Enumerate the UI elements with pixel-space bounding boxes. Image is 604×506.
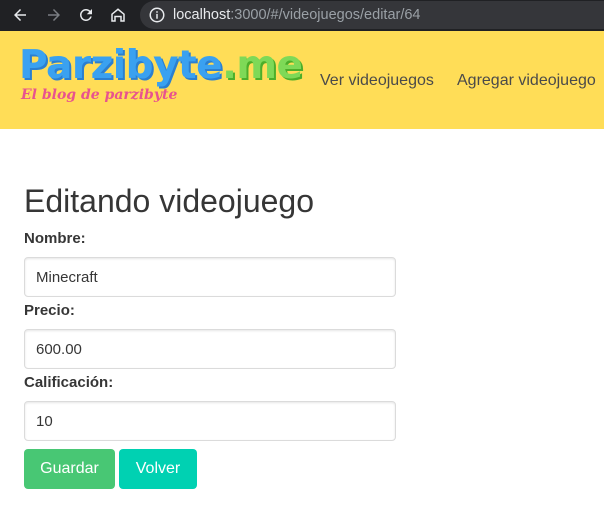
browser-toolbar: localhost:3000/#/videojuegos/editar/64 <box>0 0 604 31</box>
site-logo[interactable]: Parzibyte.me El blog de parzibyte <box>19 43 303 103</box>
logo-suffix-text: .me <box>222 43 303 88</box>
back-arrow-icon[interactable] <box>8 3 32 27</box>
url-host: localhost <box>173 7 231 23</box>
logo-tagline: El blog de parzibyte <box>21 87 178 103</box>
info-icon[interactable] <box>148 6 166 24</box>
home-icon[interactable] <box>106 3 130 27</box>
site-header: Parzibyte.me El blog de parzibyte Ver vi… <box>0 31 604 129</box>
precio-input[interactable] <box>24 329 396 369</box>
calificacion-label: Calificación: <box>24 374 114 391</box>
calificacion-input[interactable] <box>24 401 396 441</box>
url-path: :3000/#/videojuegos/editar/64 <box>230 7 421 23</box>
nombre-label: Nombre: <box>24 230 86 247</box>
url-text[interactable]: localhost:3000/#/videojuegos/editar/64 <box>173 7 421 23</box>
logo-main-text: Parzibyte <box>19 43 223 88</box>
precio-label: Precio: <box>24 302 75 319</box>
logo-title: Parzibyte.me <box>19 43 303 89</box>
back-button[interactable]: Volver <box>119 449 197 489</box>
forward-arrow-icon[interactable] <box>42 3 66 27</box>
address-bar[interactable]: localhost:3000/#/videojuegos/editar/64 <box>140 1 604 29</box>
nav-agregar-videojuego[interactable]: Agregar videojuego <box>457 72 596 90</box>
nav-ver-videojuegos[interactable]: Ver videojuegos <box>320 72 434 90</box>
nombre-input[interactable] <box>24 257 396 297</box>
page-title: Editando videojuego <box>24 183 315 219</box>
reload-icon[interactable] <box>74 3 98 27</box>
save-button[interactable]: Guardar <box>24 449 115 489</box>
